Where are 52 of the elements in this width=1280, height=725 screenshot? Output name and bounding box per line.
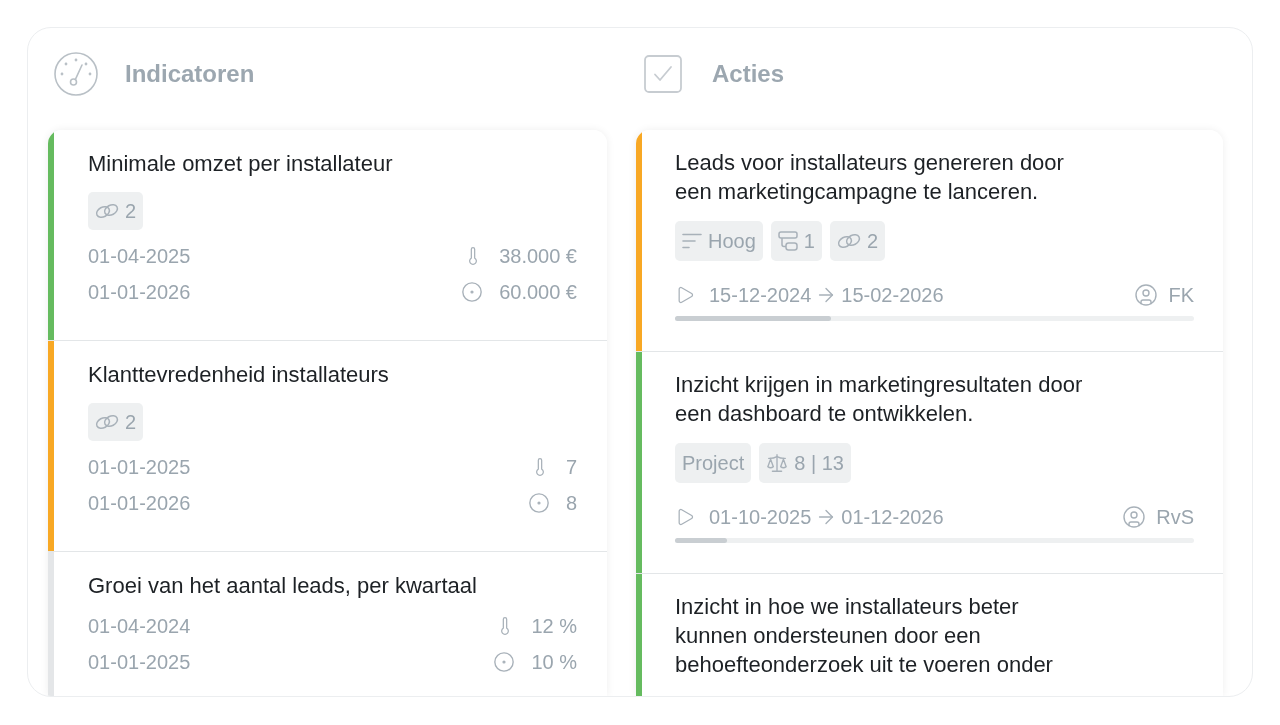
value-text: 38.000 € (499, 244, 577, 269)
hierarchy-icon (777, 231, 798, 251)
link-icon (95, 202, 119, 220)
link-count: 2 (125, 199, 137, 224)
date-text: 01-01-2026 (88, 491, 191, 516)
action-card[interactable]: Inzicht in hoe we installateurs beter kunnen ondersteunen door een behoefteonderzoek uit te voeren onder (636, 573, 1223, 696)
value-text: 60.000 € (499, 280, 577, 305)
value-text: 12 % (531, 614, 577, 639)
date-text: 01-04-2024 (88, 614, 191, 639)
priority-label: Hoog (708, 229, 756, 254)
subtask-count: 1 (803, 229, 815, 254)
indicator-title: Groei van het aantal leads, per kwartaal (88, 572, 478, 600)
end-date: 15-02-2026 (841, 283, 944, 308)
link-icon (95, 413, 119, 431)
link-count: 2 (125, 410, 137, 435)
user-icon (1134, 283, 1159, 307)
indicator-title: Minimale omzet per installateur (88, 150, 394, 178)
owner-initials: RvS (1156, 505, 1194, 530)
indicator-title: Klanttevredenheid installateurs (88, 361, 390, 389)
owner-initials: FK (1168, 283, 1194, 308)
action-title: Leads voor installateurs genereren door een marketingcampagne te lanceren. (675, 149, 1065, 206)
date-text: 01-01-2026 (88, 280, 191, 305)
target-icon (493, 651, 516, 673)
start-date: 15-12-2024 (709, 283, 812, 308)
action-card[interactable]: Inzicht krijgen in marketingresultaten door een dashboard te ontwikkelen. Project 8 | 13 01-10-2025 01-12-2026 RvS (636, 351, 1223, 573)
checkbox-icon (644, 55, 682, 93)
weight-score: 8 | 13 (794, 451, 844, 476)
action-title: Inzicht in hoe we installateurs beter kunnen ondersteunen door een behoefteonderzoek uit te voeren onder (675, 593, 1054, 679)
indicator-card[interactable]: Klanttevredenheid installateurs 2 01-01-2025 7 01-01-2026 8 (48, 340, 607, 551)
gauge-icon (54, 52, 98, 96)
date-text: 01-01-2025 (88, 455, 191, 480)
target-icon (527, 492, 550, 514)
link-count: 2 (866, 229, 879, 254)
scale-icon (766, 452, 789, 474)
indicator-card[interactable]: Groei van het aantal leads, per kwartaal 01-04-2024 12 % 01-01-2025 10 % (48, 551, 607, 696)
date-text: 01-01-2025 (88, 650, 191, 675)
end-date: 01-12-2026 (841, 505, 944, 530)
value-text: 7 (565, 455, 577, 480)
user-icon (1122, 505, 1147, 529)
action-title: Inzicht krijgen in marketingresultaten door een dashboard te ontwikkelen. (675, 371, 1084, 428)
section-title: Indicatoren (125, 59, 255, 89)
action-card[interactable]: Leads voor installateurs genereren door een marketingcampagne te lanceren. Hoog 1 2 15-12-2024 15-02-2026 FK (636, 130, 1223, 351)
date-text: 01-04-2025 (88, 244, 191, 269)
indicator-card[interactable]: Minimale omzet per installateur 2 01-04-2025 38.000 € 01-01-2026 60.000 € (48, 130, 607, 340)
value-text: 10 % (531, 650, 577, 675)
link-icon (836, 232, 861, 250)
target-icon (461, 281, 484, 303)
lines-icon (682, 233, 702, 249)
value-text: 8 (565, 491, 577, 516)
type-tag: Project (675, 443, 752, 483)
section-title: Acties (712, 59, 785, 89)
start-date: 01-10-2025 (709, 505, 812, 530)
